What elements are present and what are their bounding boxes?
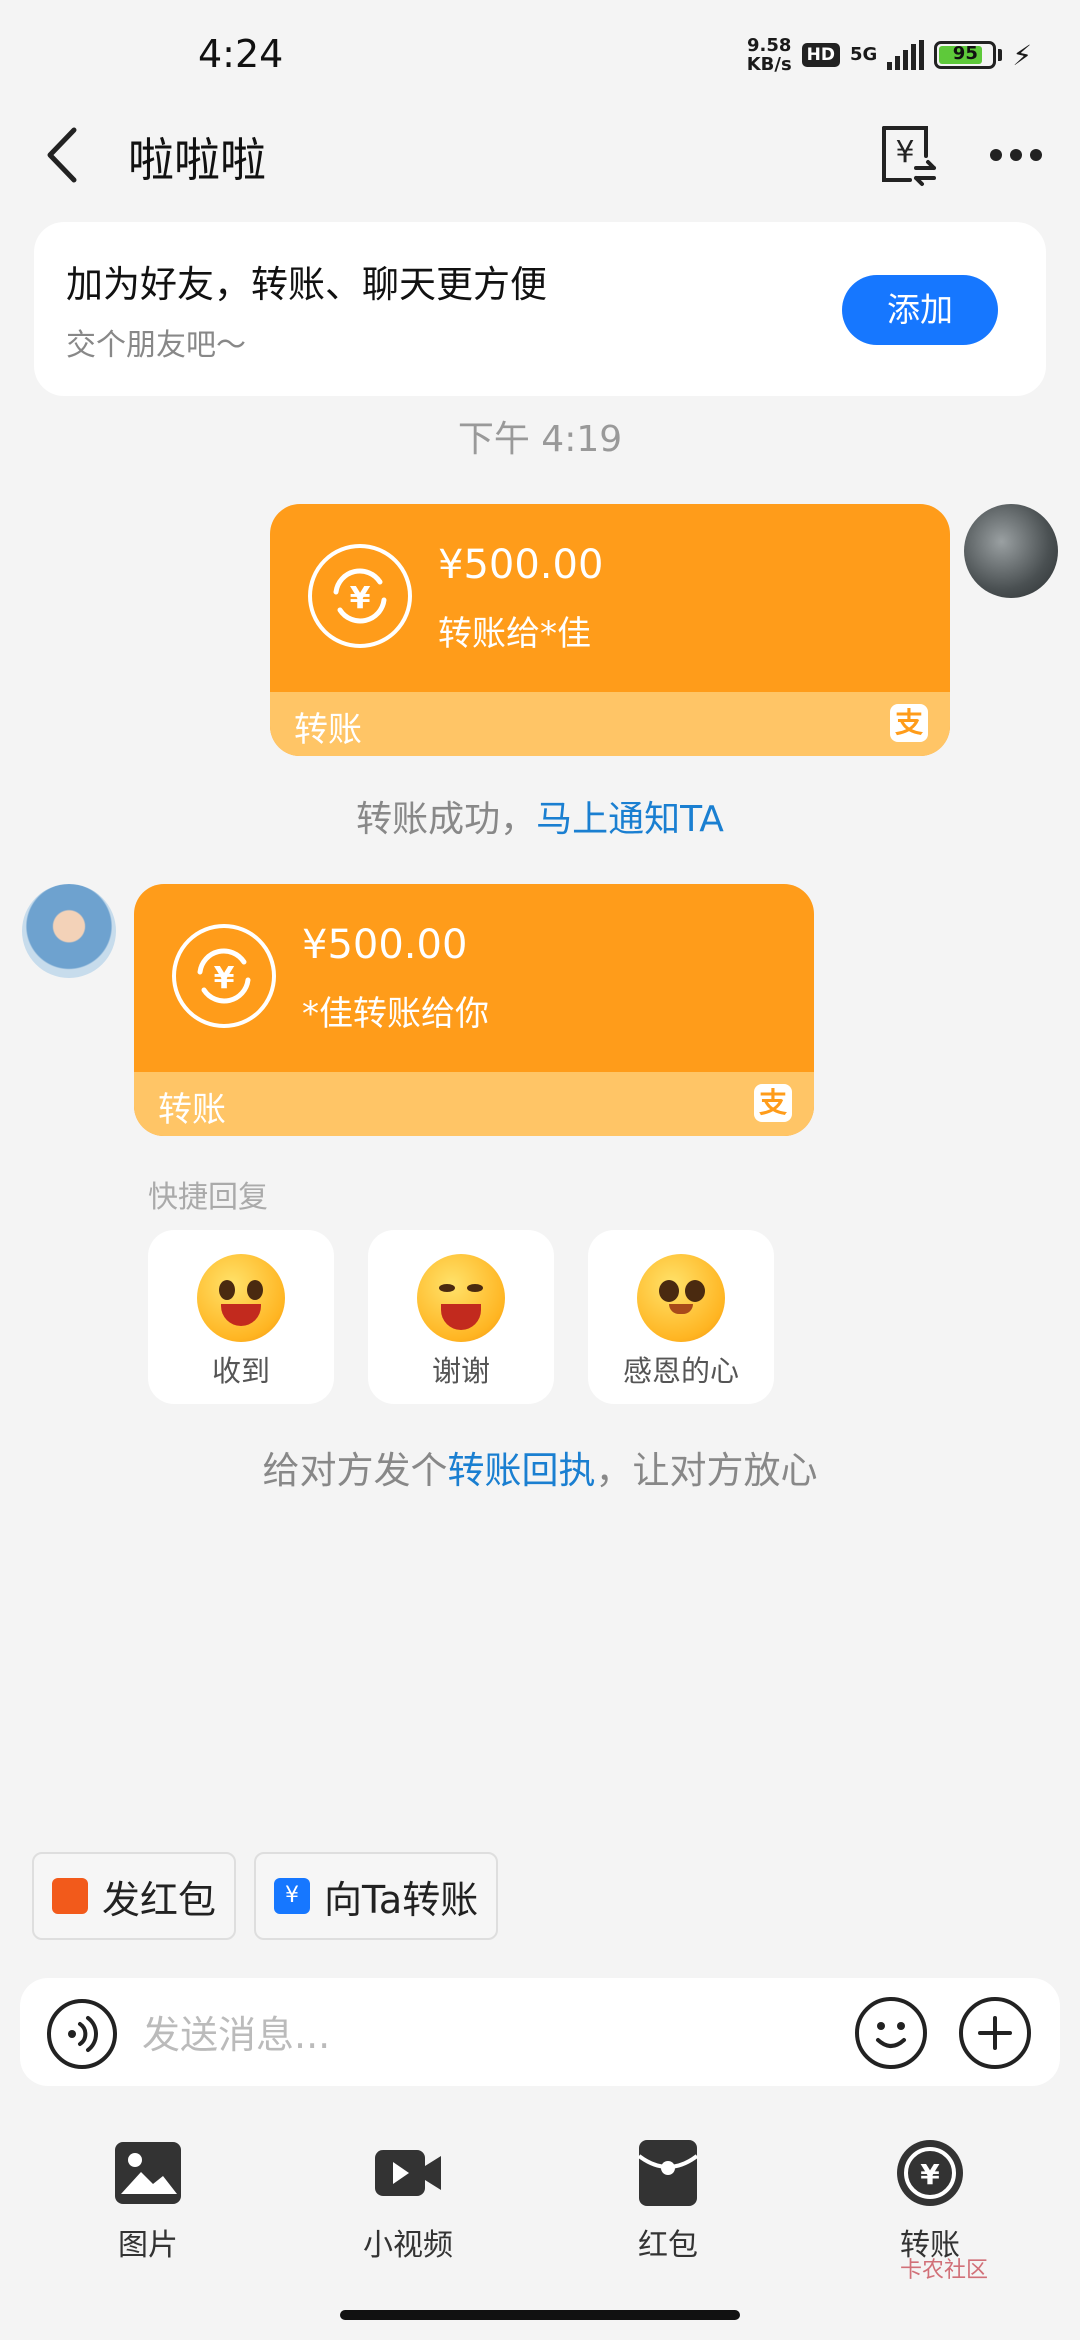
net-speed: 9.58 KB/s — [747, 36, 792, 74]
transfer-coin-icon: ¥ — [172, 924, 276, 1028]
quick-reply-label: 收到 — [211, 1354, 270, 1388]
contact-avatar[interactable] — [22, 884, 116, 978]
svg-text:¥: ¥ — [895, 135, 914, 170]
toolbar-label: 红包 — [638, 2228, 698, 2263]
toolbar-label: 图片 — [118, 2228, 178, 2263]
transfer-card-received[interactable]: ¥ ¥500.00 *佳转账给你 转账 支 — [134, 884, 814, 1136]
watermark: 卡农社区 — [900, 2258, 989, 2283]
chat-title: 啦啦啦 — [128, 133, 266, 187]
transfer-coin-icon: ¥ — [308, 544, 412, 648]
transfer-amount: ¥500.00 — [438, 542, 604, 588]
chip-label: 向Ta转账 — [324, 1877, 479, 1922]
svg-text:¥: ¥ — [350, 581, 371, 616]
toolbar-photo[interactable]: 图片 — [58, 2138, 238, 2278]
receipt-link[interactable]: 转账回执 — [448, 1449, 596, 1492]
home-indicator[interactable] — [340, 2310, 740, 2320]
transfer-label: 转账 — [294, 710, 362, 750]
battery-nub — [998, 49, 1003, 61]
transfer-label: 转账 — [158, 1090, 226, 1130]
grateful-emoji-icon — [637, 1254, 725, 1342]
quick-reply-label: 感恩的心 — [622, 1354, 739, 1388]
notify-link[interactable]: 马上通知TA — [536, 799, 724, 840]
status-indicators: 9.58 KB/s HD 5G 95 ⚡ — [747, 36, 1032, 74]
more-icon[interactable] — [988, 140, 1044, 170]
add-friend-subtitle: 交个朋友吧～ — [66, 328, 246, 363]
transfer-card-sent[interactable]: ¥ ¥500.00 转账给*佳 转账 支 — [270, 504, 950, 756]
red-packet-icon — [52, 1878, 88, 1914]
receipt-tip: 给对方发个转账回执，让对方放心 — [0, 1440, 1080, 1494]
transfer-to-ta-chip[interactable]: ¥ 向Ta转账 — [254, 1852, 499, 1940]
transfer-success-notice: 转账成功，马上通知TA — [0, 790, 1080, 842]
self-avatar[interactable] — [964, 504, 1058, 598]
video-icon — [375, 2150, 441, 2196]
toolbar-red-packet[interactable]: 红包 — [578, 2138, 758, 2278]
chip-label: 发红包 — [102, 1877, 217, 1922]
net-speed-unit: KB/s — [746, 54, 792, 75]
transfer-description: 转账给*佳 — [438, 614, 591, 654]
toolbar-video[interactable]: 小视频 — [318, 2138, 498, 2278]
toolbar-label: 小视频 — [363, 2228, 453, 2263]
network-type: 5G — [850, 44, 878, 65]
transfer-icon: ¥ — [897, 2140, 963, 2206]
battery-level: 95 — [952, 43, 978, 64]
plus-icon[interactable] — [958, 1996, 1032, 2070]
add-friend-button[interactable]: 添加 — [842, 275, 998, 345]
notice-text: 转账成功， — [356, 799, 537, 840]
red-packet-icon — [637, 2140, 699, 2206]
receipt-tip-suffix: ，让对方放心 — [595, 1449, 818, 1492]
status-time: 4:24 — [198, 32, 284, 76]
quick-reply-received[interactable]: 收到 — [148, 1230, 334, 1404]
bill-icon[interactable]: ¥ — [876, 122, 940, 188]
laughing-emoji-icon — [417, 1254, 505, 1342]
send-red-packet-chip[interactable]: 发红包 — [32, 1852, 237, 1940]
charging-icon: ⚡ — [1012, 38, 1032, 72]
quick-reply-grateful[interactable]: 感恩的心 — [588, 1230, 774, 1404]
quick-reply-label: 谢谢 — [431, 1354, 490, 1388]
hd-badge: HD — [801, 43, 841, 67]
back-icon[interactable] — [40, 120, 90, 190]
transfer-icon: ¥ — [274, 1878, 310, 1914]
svg-text:¥: ¥ — [920, 2158, 940, 2191]
message-timestamp: 下午 4:19 — [457, 419, 623, 460]
alipay-icon: 支 — [754, 1084, 792, 1122]
voice-icon[interactable] — [46, 1998, 118, 2070]
emoji-icon[interactable] — [854, 1996, 928, 2070]
ok-emoji-icon — [197, 1254, 285, 1342]
net-speed-value: 9.58 — [746, 35, 792, 56]
receipt-tip-prefix: 给对方发个 — [262, 1449, 448, 1492]
quick-reply-thanks[interactable]: 谢谢 — [368, 1230, 554, 1404]
image-icon — [115, 2142, 181, 2204]
svg-text:¥: ¥ — [214, 961, 235, 996]
transfer-description: *佳转账给你 — [302, 994, 489, 1034]
quick-reply-title: 快捷回复 — [148, 1180, 268, 1215]
transfer-amount: ¥500.00 — [302, 922, 468, 968]
message-input[interactable] — [140, 1998, 824, 2072]
battery-icon: 95 — [934, 41, 997, 69]
signal-icon — [887, 40, 925, 70]
add-friend-title: 加为好友，转账、聊天更方便 — [66, 263, 547, 306]
alipay-icon: 支 — [890, 704, 928, 742]
